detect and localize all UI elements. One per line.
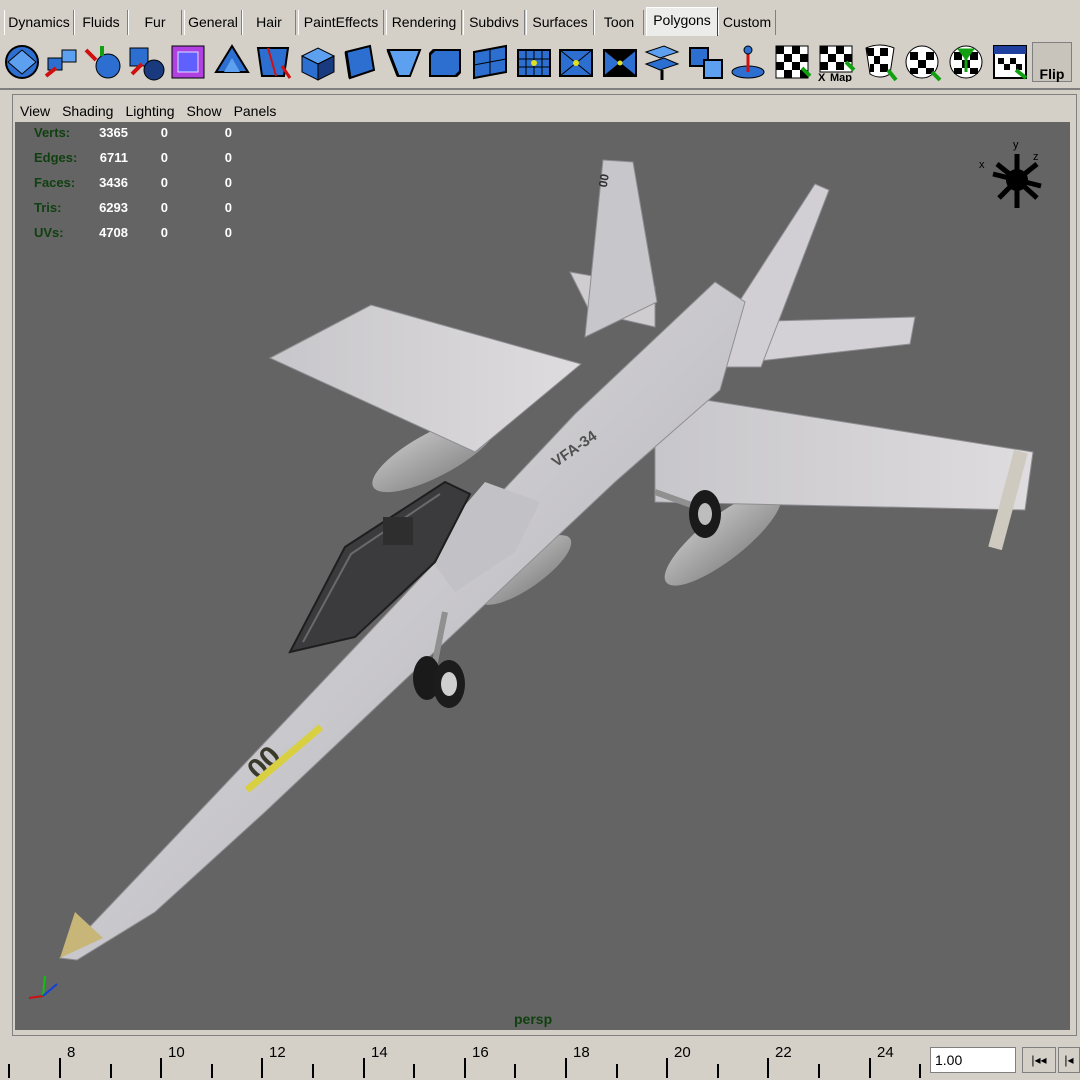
map-label: Map: [830, 72, 852, 82]
poke-face-icon[interactable]: [600, 42, 640, 82]
hud-row-verts: Verts: 3365 0 0: [34, 125, 232, 140]
tail-marking: 00: [596, 173, 612, 189]
extract-icon[interactable]: [126, 42, 166, 82]
extrude-face-icon[interactable]: [298, 42, 338, 82]
tab-polygons[interactable]: Polygons: [646, 7, 718, 36]
tab-fluids[interactable]: Fluids: [74, 10, 128, 35]
time-tick: [363, 1058, 365, 1078]
time-tick: [312, 1064, 314, 1078]
smooth-proxy-icon[interactable]: [168, 42, 208, 82]
bridge-icon[interactable]: [384, 42, 424, 82]
ejection-seat: [383, 517, 413, 545]
polygon-sphere-icon[interactable]: [2, 42, 42, 82]
time-label: 24: [877, 1044, 894, 1061]
hud-row-uvs: UVs: 4708 0 0: [34, 225, 232, 240]
uv-layout-icon[interactable]: [990, 42, 1030, 82]
time-tick: [160, 1058, 162, 1078]
planar-mapping-icon[interactable]: [772, 42, 812, 82]
hud-row-tris: Tris: 6293 0 0: [34, 200, 232, 215]
time-label: 20: [674, 1044, 691, 1061]
combine-icon[interactable]: [42, 42, 82, 82]
merge-vertices-icon[interactable]: [686, 42, 726, 82]
spherical-mapping-icon[interactable]: [902, 42, 942, 82]
svg-text:X: X: [818, 72, 826, 82]
tab-custom[interactable]: Custom: [718, 10, 776, 35]
duplicate-face-icon[interactable]: [642, 42, 682, 82]
menu-shading[interactable]: Shading: [62, 103, 113, 119]
menu-panels[interactable]: Panels: [234, 103, 277, 119]
sculpt-polygons-icon[interactable]: [728, 42, 768, 82]
time-tick: [616, 1064, 618, 1078]
camera-name-label: persp: [514, 1011, 553, 1027]
smooth-icon[interactable]: [514, 42, 554, 82]
time-label: 14: [371, 1044, 388, 1061]
axis-x-label: x: [979, 159, 985, 171]
tab-subdivs[interactable]: Subdivs: [463, 10, 525, 35]
time-tick: [59, 1058, 61, 1078]
time-tick: [717, 1064, 719, 1078]
time-label: 18: [573, 1044, 590, 1061]
tab-painteffects[interactable]: PaintEffects: [298, 10, 384, 35]
tab-surfaces[interactable]: Surfaces: [526, 10, 594, 35]
cylindrical-mapping-icon[interactable]: [860, 42, 900, 82]
shelf-tab-bar: Dynamics Fluids Fur General Hair PaintEf…: [0, 0, 1080, 37]
time-tick: [8, 1064, 10, 1078]
current-time-field[interactable]: [930, 1047, 1016, 1073]
time-tick: [666, 1058, 668, 1078]
time-label: 10: [168, 1044, 185, 1061]
time-label: 16: [472, 1044, 489, 1061]
time-tick: [413, 1064, 415, 1078]
tab-dynamics[interactable]: Dynamics: [4, 10, 74, 35]
perspective-viewport[interactable]: 00 00 VFA-34 y x z: [15, 122, 1070, 1030]
tab-hair[interactable]: Hair: [242, 10, 296, 35]
time-tick: [211, 1064, 213, 1078]
time-tick: [110, 1064, 112, 1078]
axis-y-label: y: [1013, 139, 1019, 151]
menu-lighting[interactable]: Lighting: [125, 103, 174, 119]
panel-menu-bar: View Shading Lighting Show Panels: [20, 100, 288, 122]
extrude-edge-icon[interactable]: [340, 42, 380, 82]
origin-axis-gizmo: [28, 975, 58, 999]
tab-rendering[interactable]: Rendering: [386, 10, 462, 35]
time-tick: [261, 1058, 263, 1078]
axis-z-label: z: [1033, 151, 1039, 163]
tab-toon[interactable]: Toon: [594, 10, 644, 35]
rewind-button[interactable]: |◂◂: [1022, 1047, 1056, 1073]
separate-icon[interactable]: [82, 42, 122, 82]
menu-view[interactable]: View: [20, 103, 50, 119]
tab-general[interactable]: General: [184, 10, 242, 35]
wedge-face-icon[interactable]: [556, 42, 596, 82]
time-tick: [514, 1064, 516, 1078]
hud-row-edges: Edges: 6711 0 0: [34, 150, 232, 165]
step-back-button[interactable]: |◂: [1058, 1047, 1080, 1073]
time-tick: [869, 1058, 871, 1078]
split-polygon-icon[interactable]: [254, 42, 294, 82]
append-polygon-icon[interactable]: [212, 42, 252, 82]
time-tick: [818, 1064, 820, 1078]
menu-show[interactable]: Show: [187, 103, 222, 119]
flip-button[interactable]: Flip: [1032, 42, 1072, 82]
time-tick: [565, 1058, 567, 1078]
automatic-mapping-icon[interactable]: X Map: [816, 42, 856, 82]
time-label: 8: [67, 1044, 76, 1061]
hud-row-faces: Faces: 3436 0 0: [34, 175, 232, 190]
subdivide-icon[interactable]: [470, 42, 510, 82]
time-label: 22: [775, 1044, 792, 1061]
jet-model-render: 00 00 VFA-34: [58, 159, 1034, 961]
time-tick: [767, 1058, 769, 1078]
bevel-icon[interactable]: [426, 42, 466, 82]
time-tick: [919, 1064, 921, 1078]
view-axis-compass[interactable]: y x z: [975, 136, 1055, 216]
left-wing: [268, 304, 583, 453]
tab-fur[interactable]: Fur: [128, 10, 182, 35]
time-label: 12: [269, 1044, 286, 1061]
time-tick: [464, 1058, 466, 1078]
uv-texture-editor-icon[interactable]: [946, 42, 986, 82]
